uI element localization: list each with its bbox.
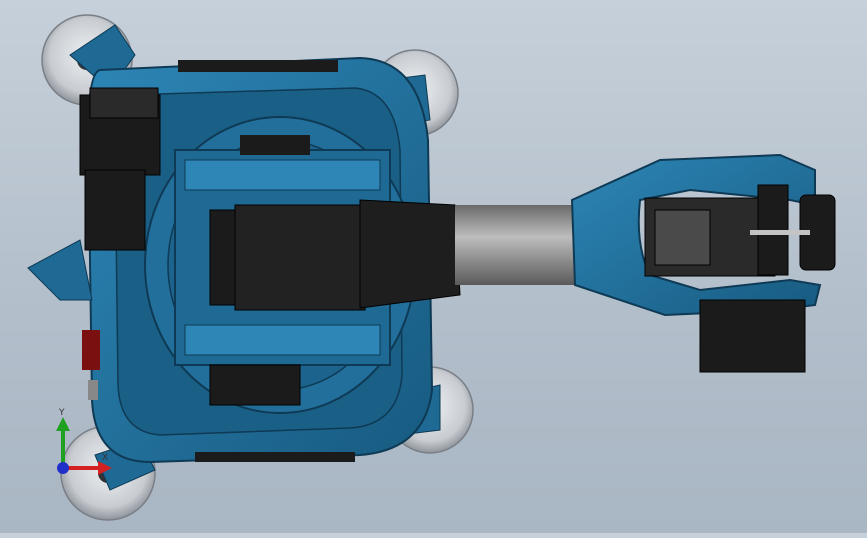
z-axis-dot <box>57 462 69 474</box>
cad-viewport[interactable]: Y X <box>0 0 867 533</box>
red-indicator <box>82 330 100 370</box>
arm-shaft <box>455 205 575 285</box>
left-motor-cap <box>89 87 159 119</box>
left-motor-block-lower <box>84 169 146 251</box>
y-axis-label: Y <box>58 408 65 418</box>
connector <box>88 380 98 400</box>
arm-motor <box>209 199 575 311</box>
gripper-clevis <box>570 153 836 373</box>
y-axis-arrow <box>56 417 70 431</box>
x-axis-arrow <box>98 461 112 475</box>
model-render <box>27 14 836 521</box>
side-fin <box>27 239 93 301</box>
x-axis-label: X <box>102 453 108 463</box>
coordinate-triad-icon[interactable]: Y X <box>40 405 130 495</box>
